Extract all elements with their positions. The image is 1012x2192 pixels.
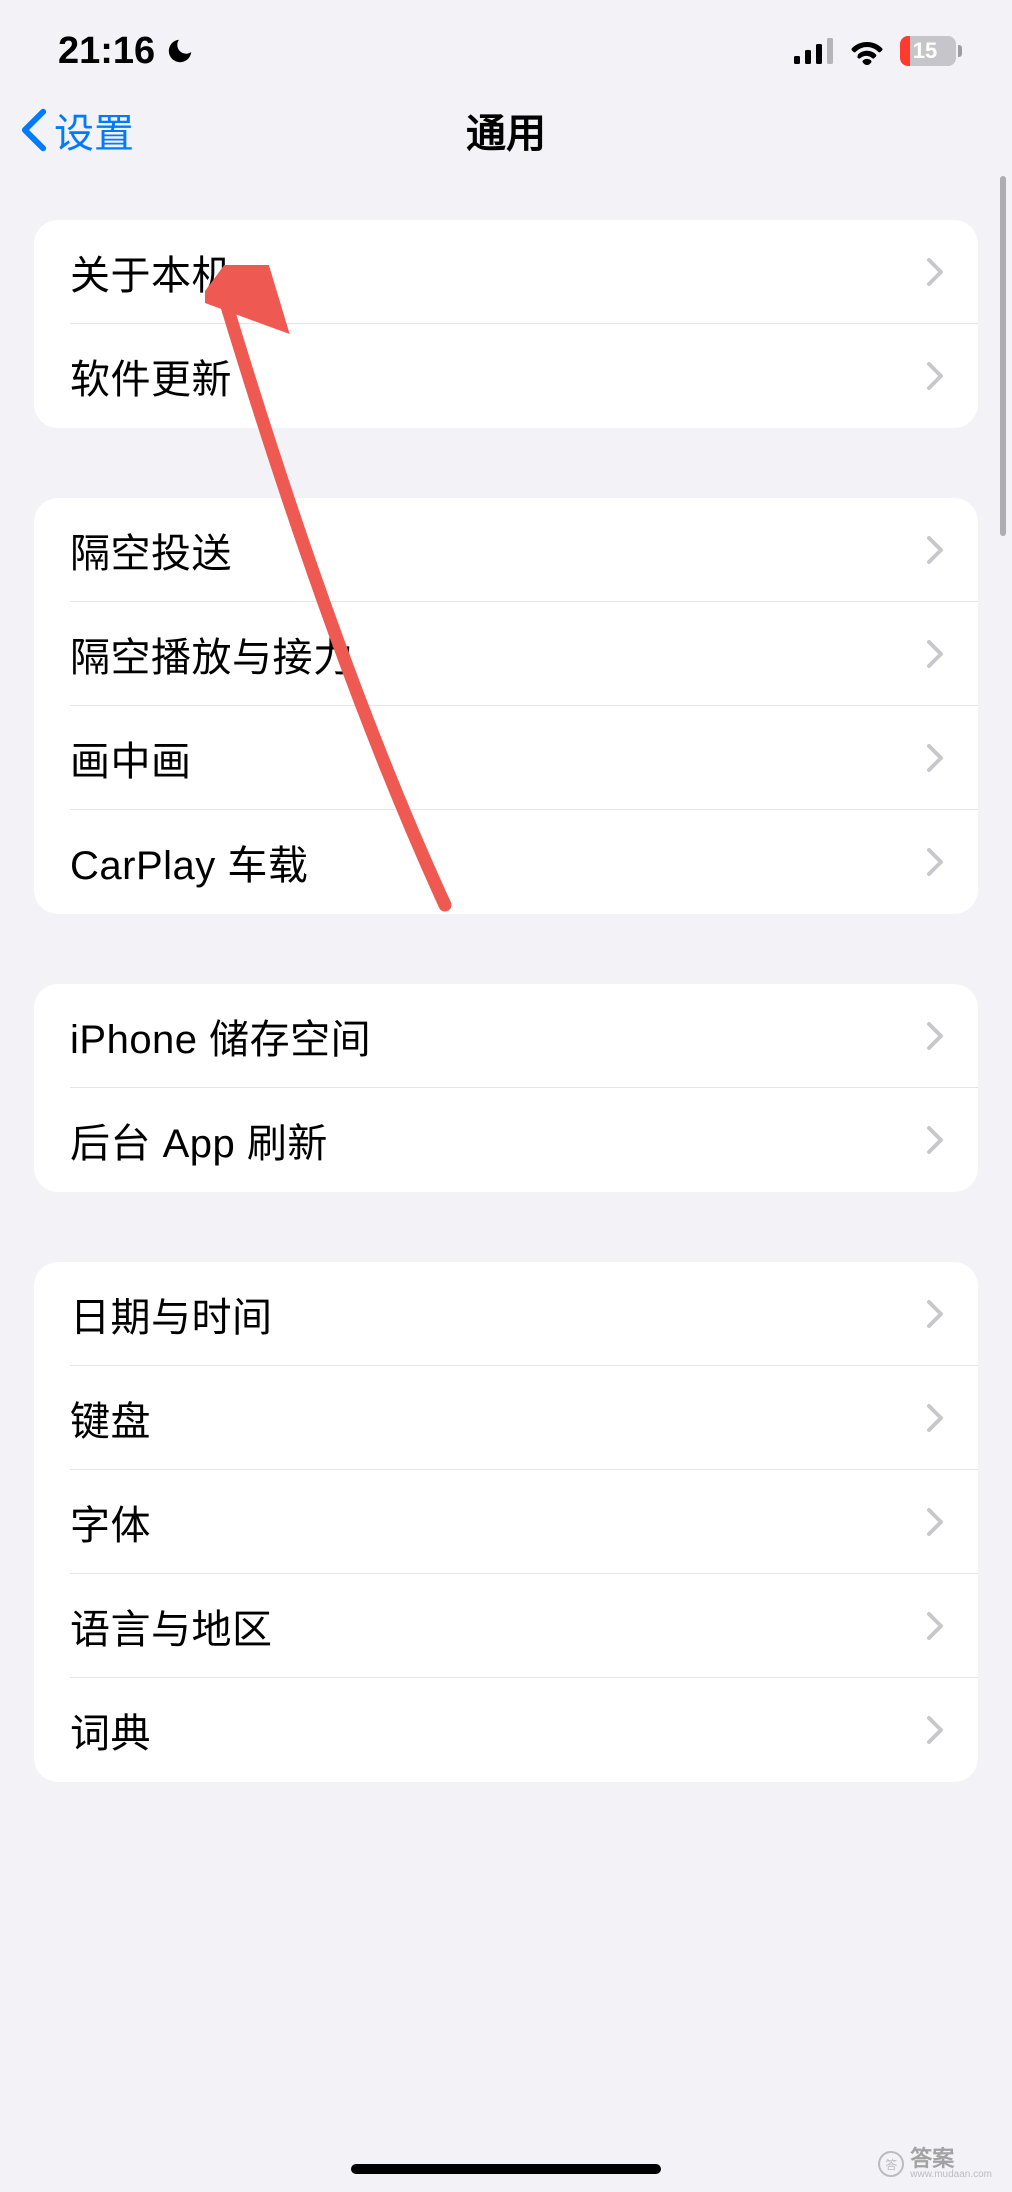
chevron-right-icon bbox=[926, 1402, 944, 1434]
row-label: 隔空播放与接力 bbox=[70, 625, 354, 683]
chevron-left-icon bbox=[20, 108, 48, 152]
settings-group: iPhone 储存空间后台 App 刷新 bbox=[34, 984, 978, 1192]
row-picture-in-picture[interactable]: 画中画 bbox=[34, 706, 978, 810]
watermark-main: 答案 bbox=[910, 2148, 992, 2170]
status-right: 15 bbox=[794, 36, 962, 66]
back-label: 设置 bbox=[54, 101, 134, 159]
page-title: 通用 bbox=[466, 101, 546, 159]
row-label: 语言与地区 bbox=[70, 1597, 273, 1655]
row-label: 键盘 bbox=[70, 1389, 151, 1447]
scrollbar-indicator[interactable] bbox=[1000, 176, 1006, 536]
watermark: 答 答案 www.mudaan.com bbox=[878, 2148, 992, 2180]
content: 关于本机软件更新隔空投送隔空播放与接力画中画 CarPlay 车载 iPhone 储… bbox=[0, 180, 1012, 1782]
watermark-logo-icon: 答 bbox=[878, 2151, 904, 2177]
chevron-right-icon bbox=[926, 742, 944, 774]
chevron-right-icon bbox=[926, 1506, 944, 1538]
cellular-signal-icon bbox=[794, 38, 834, 64]
row-software-update[interactable]: 软件更新 bbox=[34, 324, 978, 428]
wifi-icon bbox=[848, 37, 886, 65]
row-background-app-refresh[interactable]: 后台 App 刷新 bbox=[34, 1088, 978, 1192]
watermark-sub: www.mudaan.com bbox=[910, 2170, 992, 2180]
chevron-right-icon bbox=[926, 1610, 944, 1642]
do-not-disturb-moon-icon bbox=[165, 36, 195, 66]
row-label: 关于本机 bbox=[70, 243, 232, 301]
row-label: iPhone 储存空间 bbox=[70, 1007, 371, 1065]
row-label: 日期与时间 bbox=[70, 1285, 273, 1343]
row-dictionary[interactable]: 词典 bbox=[34, 1678, 978, 1782]
status-left: 21:16 bbox=[58, 30, 195, 73]
home-indicator[interactable] bbox=[351, 2164, 661, 2174]
settings-group: 日期与时间键盘字体语言与地区词典 bbox=[34, 1262, 978, 1782]
navigation-header: 设置 通用 bbox=[0, 80, 1012, 180]
chevron-right-icon bbox=[926, 1298, 944, 1330]
chevron-right-icon bbox=[926, 1020, 944, 1052]
chevron-right-icon bbox=[926, 256, 944, 288]
row-label: 软件更新 bbox=[70, 347, 232, 405]
chevron-right-icon bbox=[926, 638, 944, 670]
row-keyboard[interactable]: 键盘 bbox=[34, 1366, 978, 1470]
row-language-region[interactable]: 语言与地区 bbox=[34, 1574, 978, 1678]
chevron-right-icon bbox=[926, 846, 944, 878]
battery-level: 15 bbox=[900, 36, 950, 66]
row-label: 词典 bbox=[70, 1701, 151, 1759]
row-iphone-storage[interactable]: iPhone 储存空间 bbox=[34, 984, 978, 1088]
back-button[interactable]: 设置 bbox=[20, 101, 134, 159]
chevron-right-icon bbox=[926, 1714, 944, 1746]
chevron-right-icon bbox=[926, 534, 944, 566]
row-label: 字体 bbox=[70, 1493, 151, 1551]
row-about-device[interactable]: 关于本机 bbox=[34, 220, 978, 324]
status-bar: 21:16 15 bbox=[0, 0, 1012, 80]
settings-group: 隔空投送隔空播放与接力画中画 CarPlay 车载 bbox=[34, 498, 978, 914]
row-label: CarPlay 车载 bbox=[70, 833, 308, 891]
row-airdrop[interactable]: 隔空投送 bbox=[34, 498, 978, 602]
battery-indicator: 15 bbox=[900, 36, 962, 66]
row-date-time[interactable]: 日期与时间 bbox=[34, 1262, 978, 1366]
row-label: 画中画 bbox=[70, 729, 192, 787]
chevron-right-icon bbox=[926, 1124, 944, 1156]
row-fonts[interactable]: 字体 bbox=[34, 1470, 978, 1574]
row-airplay-handoff[interactable]: 隔空播放与接力 bbox=[34, 602, 978, 706]
row-label: 后台 App 刷新 bbox=[70, 1111, 328, 1169]
settings-group: 关于本机软件更新 bbox=[34, 220, 978, 428]
row-carplay[interactable]: CarPlay 车载 bbox=[34, 810, 978, 914]
chevron-right-icon bbox=[926, 360, 944, 392]
status-time: 21:16 bbox=[58, 30, 155, 73]
row-label: 隔空投送 bbox=[70, 521, 232, 579]
